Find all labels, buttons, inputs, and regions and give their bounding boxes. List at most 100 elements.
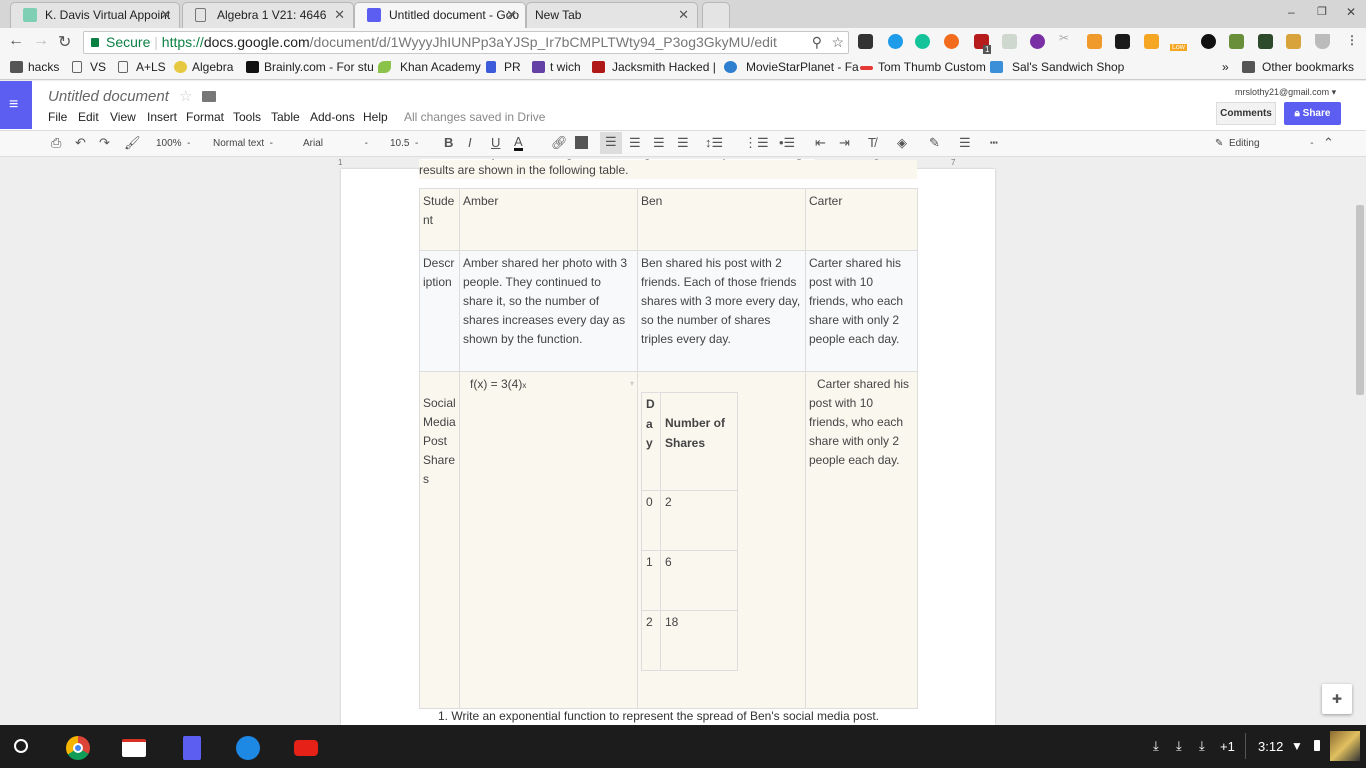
align-left-button[interactable]: ☰ bbox=[600, 132, 622, 154]
shares-header[interactable]: Number of Shares bbox=[660, 392, 738, 491]
document-title[interactable]: Untitled document bbox=[48, 88, 169, 105]
menu-addons[interactable]: Add-ons bbox=[310, 110, 355, 124]
menu-tools[interactable]: Tools bbox=[233, 110, 261, 124]
zoom-icon[interactable]: ⚲ bbox=[812, 32, 822, 53]
menu-help[interactable]: Help bbox=[363, 110, 388, 124]
extension-icon[interactable] bbox=[858, 34, 873, 49]
star-icon[interactable]: ☆ bbox=[179, 87, 192, 105]
border-color-icon[interactable]: ✎ bbox=[929, 135, 940, 151]
js-icon[interactable] bbox=[1002, 34, 1017, 49]
shares-cell[interactable]: 2 bbox=[660, 490, 738, 551]
underline-button[interactable]: U bbox=[491, 135, 500, 150]
eye-icon[interactable] bbox=[1201, 34, 1216, 49]
bookmark-twitch[interactable]: t wich bbox=[532, 60, 581, 74]
header-cell[interactable]: Ben bbox=[637, 188, 806, 251]
share-button[interactable]: 🔒︎ Share bbox=[1284, 102, 1341, 125]
menu-table[interactable]: Table bbox=[271, 110, 300, 124]
extension-icon[interactable] bbox=[1229, 34, 1244, 49]
extension-icon[interactable] bbox=[1030, 34, 1045, 49]
url-input[interactable]: Secure | https://docs.google.com/documen… bbox=[83, 31, 849, 54]
maximize-button[interactable]: ❐ bbox=[1317, 5, 1327, 18]
bookmark-algebra[interactable]: Algebra bbox=[174, 60, 233, 74]
day-cell[interactable]: 2 bbox=[641, 610, 661, 671]
header-cell[interactable]: Amber bbox=[459, 188, 638, 251]
table-cell[interactable]: Amber shared her photo with 3 people. Th… bbox=[459, 250, 638, 372]
text-color-button[interactable]: A bbox=[514, 135, 523, 151]
chrome-icon[interactable] bbox=[66, 736, 90, 760]
close-window-button[interactable]: ✕ bbox=[1346, 5, 1356, 19]
line-spacing-icon[interactable]: ↕☰ bbox=[705, 135, 723, 151]
bookmark-jacksmith[interactable]: Jacksmith Hacked | bbox=[592, 60, 716, 74]
print-icon[interactable]: ⎙ bbox=[51, 135, 61, 151]
camera-icon[interactable] bbox=[236, 736, 260, 760]
border-dash-icon[interactable]: ┅ bbox=[990, 135, 998, 151]
bookmark-pr[interactable]: PR bbox=[486, 60, 521, 74]
table-cell[interactable]: Social Media Post Shares bbox=[419, 371, 460, 709]
bookmark-hacks[interactable]: hacks bbox=[10, 60, 59, 74]
day-cell[interactable]: 0 bbox=[641, 490, 661, 551]
gmail-icon[interactable] bbox=[122, 739, 146, 757]
collapse-icon[interactable]: ⌃ bbox=[1323, 135, 1334, 151]
explore-button[interactable]: ✚ bbox=[1322, 684, 1352, 714]
tab-new-tab[interactable]: New Tab ✕ bbox=[526, 2, 698, 28]
notification-count[interactable]: +1 bbox=[1220, 739, 1235, 754]
extension-icon[interactable] bbox=[1144, 34, 1159, 49]
tab-untitled-document[interactable]: Untitled document - Goo ✕ bbox=[354, 2, 526, 28]
paint-format-icon[interactable]: 🖌︎ bbox=[124, 135, 141, 151]
menu-edit[interactable]: Edit bbox=[78, 110, 99, 124]
download-icon[interactable]: ⤓ bbox=[1199, 738, 1205, 754]
header-cell[interactable]: Stude nt bbox=[419, 188, 460, 251]
table-cell[interactable]: Carter shared his post with 10 friends, … bbox=[805, 250, 918, 372]
extension-icon[interactable] bbox=[1258, 34, 1273, 49]
bookmark-vs[interactable]: VS bbox=[72, 60, 106, 74]
forward-button[interactable]: → bbox=[33, 32, 49, 50]
account-email[interactable]: mrslothy21@gmail.com ▾ bbox=[1235, 87, 1336, 98]
comments-button[interactable]: Comments bbox=[1216, 102, 1276, 125]
highlight-color-icon[interactable]: ◈ bbox=[897, 135, 907, 151]
table-cell[interactable]: Carter shared his post with 10 friends, … bbox=[805, 371, 918, 709]
bookmark-moviestarplanet[interactable]: MovieStarPlanet - Fa bbox=[724, 60, 859, 74]
download-icon[interactable]: ⤓ bbox=[1176, 738, 1182, 754]
dropdown-icon[interactable]: ▾ bbox=[630, 374, 634, 393]
download-icon[interactable]: ⤓ bbox=[1153, 738, 1159, 754]
bookmark-tom-thumb[interactable]: Tom Thumb Custom bbox=[860, 60, 986, 74]
question-1[interactable]: 1. Write an exponential function to repr… bbox=[438, 709, 879, 723]
more-bookmarks-button[interactable]: » bbox=[1222, 60, 1229, 74]
youtube-icon[interactable] bbox=[294, 740, 318, 756]
header-cell[interactable]: Carter bbox=[805, 188, 918, 251]
bookmark-khan-academy[interactable]: Khan Academy bbox=[378, 60, 481, 74]
docs-app-icon[interactable] bbox=[183, 736, 201, 760]
bookmark-brainly[interactable]: Brainly.com - For stu bbox=[246, 60, 374, 74]
zoom-select[interactable]: 100% - bbox=[156, 138, 190, 149]
menu-insert[interactable]: Insert bbox=[147, 110, 177, 124]
border-width-icon[interactable]: ☰ bbox=[959, 135, 971, 151]
clock[interactable]: 3:12 bbox=[1258, 739, 1283, 754]
extension-icon[interactable] bbox=[1087, 34, 1102, 49]
day-cell[interactable]: 1 bbox=[641, 550, 661, 611]
table-cell[interactable]: Ben shared his post with 2 friends. Each… bbox=[637, 250, 806, 372]
decrease-indent-icon[interactable]: ⇤ bbox=[815, 135, 826, 151]
back-button[interactable]: ← bbox=[8, 32, 24, 50]
style-select[interactable]: Normal text - bbox=[213, 138, 273, 149]
bookmark-star-icon[interactable]: ☆ bbox=[831, 32, 844, 53]
menu-view[interactable]: View bbox=[110, 110, 136, 124]
minimize-button[interactable]: – bbox=[1288, 5, 1295, 19]
close-icon[interactable]: ✕ bbox=[334, 3, 345, 27]
undo-icon[interactable]: ↶ bbox=[75, 135, 86, 151]
increase-indent-icon[interactable]: ⇥ bbox=[839, 135, 850, 151]
align-right-button[interactable]: ☰ bbox=[653, 135, 665, 151]
day-header[interactable]: Day bbox=[641, 392, 661, 491]
clear-formatting-icon[interactable]: T̸ bbox=[868, 135, 876, 150]
reload-button[interactable]: ↻ bbox=[58, 32, 71, 52]
shield-icon[interactable] bbox=[1315, 34, 1330, 49]
redo-icon[interactable]: ↷ bbox=[99, 135, 110, 151]
new-tab-button[interactable] bbox=[702, 2, 730, 28]
font-size-select[interactable]: 10.5 - bbox=[390, 138, 418, 149]
menu-file[interactable]: File bbox=[48, 110, 67, 124]
other-bookmarks[interactable]: Other bookmarks bbox=[1242, 60, 1354, 74]
table-cell[interactable]: f(x) = 3(4)x ▾ bbox=[459, 371, 638, 709]
close-icon[interactable]: ✕ bbox=[160, 3, 171, 27]
scissors-icon[interactable]: ✂ bbox=[1059, 31, 1074, 46]
align-center-button[interactable]: ☰ bbox=[629, 135, 641, 151]
menu-kebab-icon[interactable]: ⋮ bbox=[1346, 33, 1358, 47]
